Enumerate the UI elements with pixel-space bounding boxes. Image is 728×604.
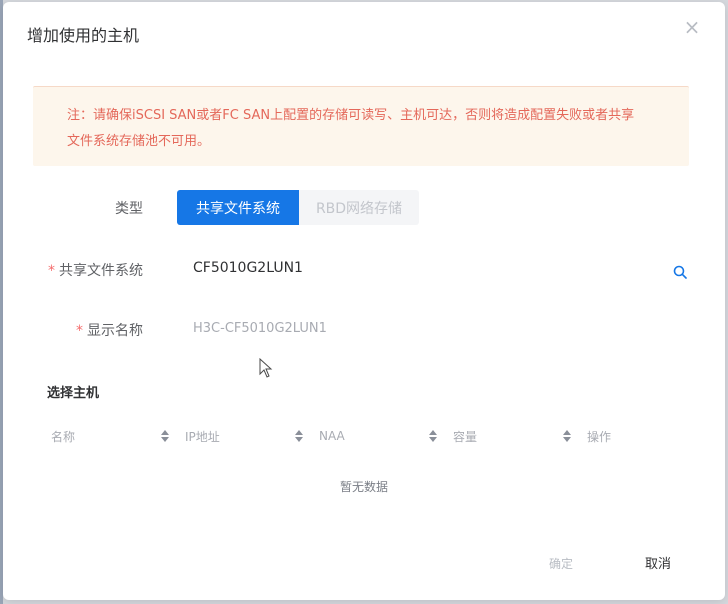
search-icon <box>673 265 687 279</box>
sort-icon[interactable] <box>161 430 169 442</box>
display-name-label: * 显示名称 <box>23 320 143 340</box>
type-label: 类型 <box>115 201 143 217</box>
column-label: 名称 <box>51 429 76 444</box>
display-name-label-text: 显示名称 <box>87 323 143 339</box>
type-option-rbd[interactable]: RBD网络存储 <box>299 190 419 225</box>
column-naa[interactable]: NAA <box>311 429 445 443</box>
cancel-button[interactable]: 取消 <box>631 548 685 576</box>
close-icon[interactable]: × <box>683 17 701 37</box>
column-label: NAA <box>319 429 345 443</box>
shared-fs-label: * 共享文件系统 <box>23 260 143 280</box>
column-label: 容量 <box>453 429 478 444</box>
type-option-shared-fs[interactable]: 共享文件系统 <box>177 190 299 225</box>
sort-icon[interactable] <box>563 430 571 442</box>
dialog-title: 增加使用的主机 <box>27 26 140 45</box>
add-host-dialog: 增加使用的主机 × 注：请确保iSCSI SAN或者FC SAN上配置的存储可读… <box>3 2 725 600</box>
select-host-title: 选择主机 <box>47 386 100 401</box>
search-button[interactable] <box>663 256 697 288</box>
mouse-cursor-icon <box>259 358 273 378</box>
required-mark: * <box>76 323 83 339</box>
host-table-header: 名称 IP地址 NAA 容量 操作 <box>43 420 683 452</box>
column-label: 操作 <box>587 429 612 444</box>
sort-icon[interactable] <box>295 430 303 442</box>
required-mark: * <box>48 263 55 279</box>
column-capacity[interactable]: 容量 <box>445 428 579 445</box>
notice-box: 注：请确保iSCSI SAN或者FC SAN上配置的存储可读写、主机可达，否则将… <box>33 86 689 166</box>
column-label: IP地址 <box>185 429 220 444</box>
shared-fs-label-text: 共享文件系统 <box>59 263 143 279</box>
shared-fs-value[interactable]: CF5010G2LUN1 <box>193 260 303 276</box>
sort-icon[interactable] <box>429 430 437 442</box>
ok-button[interactable]: 确定 <box>531 550 591 576</box>
display-name-field[interactable]: H3C-CF5010G2LUN1 <box>193 321 327 336</box>
column-name[interactable]: 名称 <box>43 428 177 445</box>
notice-text: 注：请确保iSCSI SAN或者FC SAN上配置的存储可读写、主机可达，否则将… <box>67 108 635 149</box>
column-actions: 操作 <box>579 428 683 445</box>
column-ip[interactable]: IP地址 <box>177 428 311 445</box>
empty-state-text: 暂无数据 <box>339 480 388 494</box>
